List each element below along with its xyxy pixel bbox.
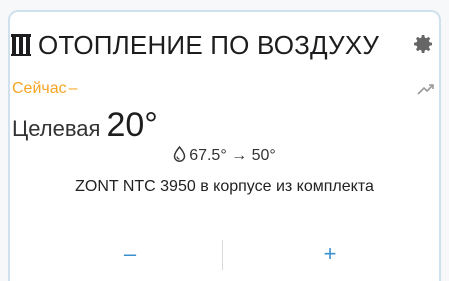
widget-title: ОТОПЛЕНИЕ ПО ВОЗДУХУ	[38, 29, 380, 60]
controls-divider	[222, 240, 223, 270]
sensor-name: ZONT NTC 3950 в корпусе из комплекта	[75, 178, 374, 195]
radiator-icon	[11, 34, 31, 56]
gear-icon[interactable]	[411, 32, 435, 56]
water-drop-icon	[173, 146, 186, 162]
current-temperature-row: Сейчас –	[12, 80, 437, 100]
target-temperature-row: Целевая 20°	[12, 106, 158, 144]
trend-arrow-icon	[417, 84, 434, 95]
increase-button[interactable]: +	[230, 236, 430, 272]
target-controls: – +	[0, 236, 449, 272]
target-label: Целевая	[12, 116, 101, 141]
page: ОТОПЛЕНИЕ ПО ВОЗДУХУ Сейчас – Целевая 20°…	[0, 0, 449, 281]
coolant-range-text: 67.5° → 50°	[189, 147, 276, 164]
target-value: 20°	[106, 106, 158, 144]
widget-header: ОТОПЛЕНИЕ ПО ВОЗДУХУ	[10, 28, 439, 62]
current-label: Сейчас	[12, 80, 67, 97]
coolant-range-row: 67.5° → 50°	[0, 146, 449, 165]
current-value: –	[68, 80, 78, 97]
decrease-button[interactable]: –	[30, 236, 230, 272]
